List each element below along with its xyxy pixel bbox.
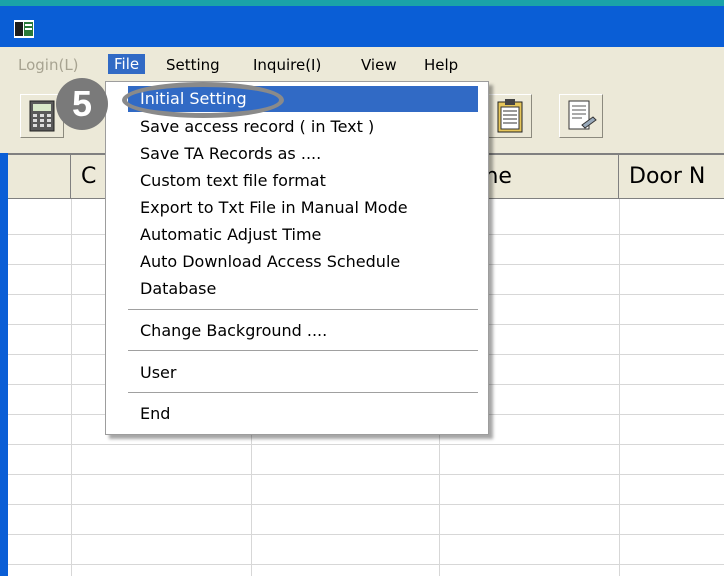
menu-separator (128, 309, 478, 310)
menu-item-export-txt-manual[interactable]: Export to Txt File in Manual Mode (106, 195, 478, 221)
window-left-border (0, 153, 8, 576)
document-edit-icon (568, 100, 597, 130)
menu-item-change-background[interactable]: Change Background .... (106, 318, 478, 344)
clipboard-icon (497, 99, 523, 133)
grid-row-line (8, 504, 724, 505)
menu-item-database[interactable]: Database (106, 276, 478, 302)
file-dropdown-menu: Initial Setting Save access record ( in … (105, 81, 489, 435)
menu-separator (128, 350, 478, 351)
grid-row-line (8, 444, 724, 445)
title-bar (0, 0, 724, 47)
menu-inquire[interactable]: Inquire(I) (253, 56, 321, 74)
clipboard-button[interactable] (488, 94, 532, 138)
menu-item-save-access-record[interactable]: Save access record ( in Text ) (106, 114, 478, 140)
menu-item-end[interactable]: End (106, 401, 478, 427)
highlight-ring (122, 82, 284, 118)
menu-setting[interactable]: Setting (166, 56, 220, 74)
menu-item-automatic-adjust-time[interactable]: Automatic Adjust Time (106, 222, 478, 248)
grid-row-header-corner (8, 155, 71, 199)
grid-column-line (71, 199, 72, 576)
menu-item-custom-text-file-format[interactable]: Custom text file format (106, 168, 478, 194)
menu-login[interactable]: Login(L) (18, 56, 79, 74)
menu-item-auto-download-schedule[interactable]: Auto Download Access Schedule (106, 249, 478, 275)
menu-bar: Login(L) File Setting Inquire(I) View He… (0, 47, 724, 82)
menu-item-user[interactable]: User (106, 360, 478, 386)
grid-column-line (619, 199, 620, 576)
menu-view[interactable]: View (361, 56, 397, 74)
menu-help[interactable]: Help (424, 56, 458, 74)
menu-file[interactable]: File (108, 54, 146, 74)
app-icon (14, 20, 34, 38)
grid-row-line (8, 564, 724, 565)
grid-row-line (8, 534, 724, 535)
menu-item-save-ta-records[interactable]: Save TA Records as .... (106, 141, 478, 167)
menu-separator (128, 392, 478, 393)
document-edit-button[interactable] (559, 94, 603, 138)
step-badge: 5 (56, 78, 108, 130)
grid-row-line (8, 474, 724, 475)
grid-header-col-4[interactable]: Door N (619, 155, 724, 199)
